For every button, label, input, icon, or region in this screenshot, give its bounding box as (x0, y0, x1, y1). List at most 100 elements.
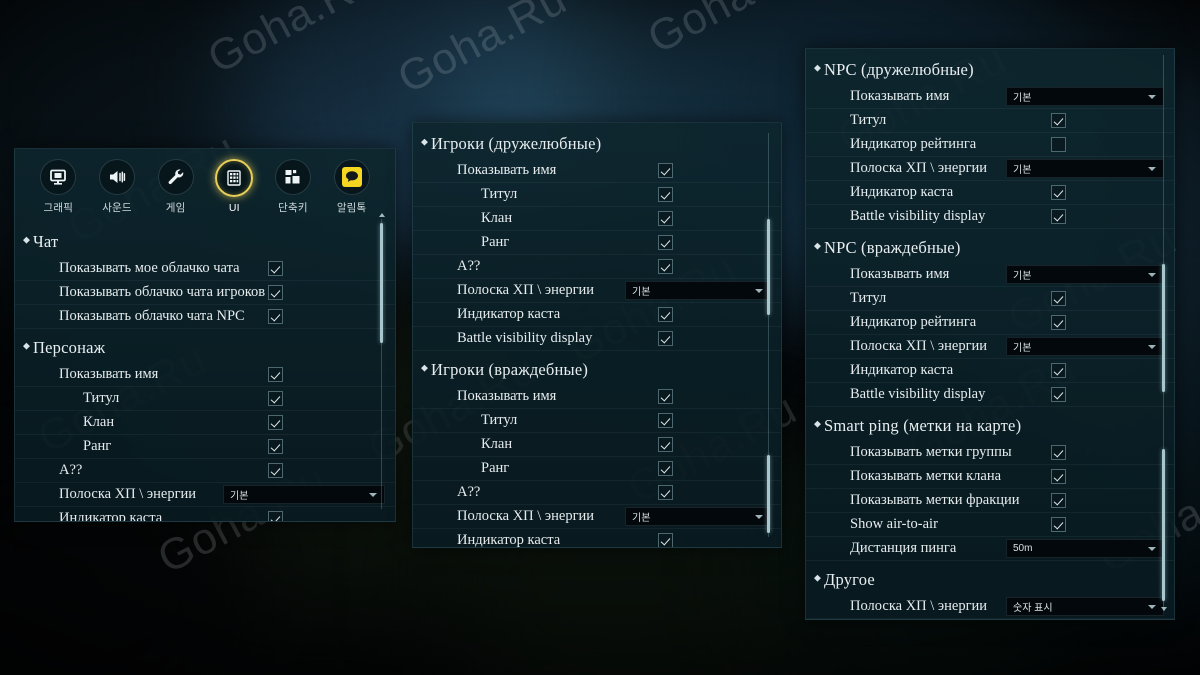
checkbox[interactable] (268, 463, 283, 478)
checkbox[interactable] (658, 461, 673, 476)
settings-tab-bar[interactable]: 그래픽 사운드 게임 UI 단축키 알림톡 (15, 149, 395, 221)
checkbox[interactable] (268, 285, 283, 300)
settings-row: Полоска ХП \ энергии 기본 (806, 157, 1174, 181)
dropdown[interactable]: 기본 (1006, 337, 1164, 356)
dropdown[interactable]: 기본 (625, 507, 771, 526)
tab-speaker[interactable]: 사운드 (88, 159, 146, 215)
section-header: ◆ Другое (806, 561, 1174, 595)
section-header: ◆ Персонаж (15, 329, 395, 363)
dropdown[interactable]: 기본 (1006, 87, 1164, 106)
tab-label: UI (228, 202, 240, 214)
checkbox[interactable] (1051, 493, 1066, 508)
checkbox[interactable] (268, 261, 283, 276)
scroll-down-arrow-right[interactable] (1161, 607, 1167, 611)
checkbox[interactable] (1051, 315, 1066, 330)
tab-label: 알림톡 (336, 202, 367, 214)
tab-label: 게임 (165, 202, 186, 214)
section-title: Персонаж (33, 338, 106, 357)
setting-label: Show air-to-air (850, 516, 938, 532)
checkbox[interactable] (658, 533, 673, 547)
tab-hotkey[interactable]: 단축키 (264, 159, 322, 215)
checkbox[interactable] (658, 389, 673, 404)
settings-row: Дистанция пинга 50m (806, 537, 1174, 561)
checkbox[interactable] (658, 187, 673, 202)
setting-label: Показывать облачко чата игроков (59, 284, 266, 300)
settings-row: Титул (413, 409, 781, 433)
checkbox[interactable] (658, 235, 673, 250)
dropdown[interactable]: 숫자 표시 (1006, 597, 1164, 616)
scrollbar-thumb-left[interactable] (380, 223, 383, 343)
settings-row: Индикатор каста (806, 181, 1174, 205)
tab-ui-grid[interactable]: UI (205, 159, 263, 214)
setting-label: Полоска ХП \ энергии (850, 598, 988, 614)
section-title: Чат (33, 232, 59, 251)
setting-label: Показывать метки клана (850, 468, 1002, 484)
checkbox[interactable] (658, 331, 673, 346)
scrollbar-thumb-middle-lower[interactable] (767, 455, 770, 533)
checkbox[interactable] (658, 259, 673, 274)
checkbox[interactable] (1051, 517, 1066, 532)
setting-label: Индикатор каста (457, 532, 561, 548)
setting-label: Показывать имя (850, 88, 950, 104)
setting-label: Ранг (481, 234, 510, 250)
setting-label: Полоска ХП \ энергии (457, 508, 595, 524)
dropdown[interactable]: 50m (1006, 539, 1164, 558)
checkbox[interactable] (658, 307, 673, 322)
checkbox[interactable] (658, 413, 673, 428)
setting-label: Титул (83, 390, 120, 406)
settings-row: Клан (413, 207, 781, 231)
checkbox[interactable] (268, 391, 283, 406)
checkbox[interactable] (268, 309, 283, 324)
settings-list-right: ◆ NPC (дружелюбные) Показывать имя 기본 Титул И… (806, 49, 1174, 619)
section-title: NPC (дружелюбные) (824, 60, 974, 79)
bullet-icon: ◆ (421, 362, 429, 373)
section-header: ◆ Чат (15, 223, 395, 257)
scroll-up-arrow-left[interactable] (379, 213, 385, 217)
checkbox[interactable] (1051, 209, 1066, 224)
checkbox[interactable] (1051, 137, 1066, 152)
dropdown[interactable]: 기본 (625, 281, 771, 300)
checkbox[interactable] (1051, 445, 1066, 460)
checkbox[interactable] (658, 163, 673, 178)
settings-row: Показывать метки группы (806, 441, 1174, 465)
checkbox[interactable] (1051, 469, 1066, 484)
checkbox[interactable] (1051, 113, 1066, 128)
setting-label: Battle visibility display (850, 208, 986, 224)
section-header: ◆ Игроки (враждебные) (413, 351, 781, 385)
tab-chat-bubble[interactable]: 알림톡 (323, 159, 381, 215)
setting-label: A?? (59, 462, 83, 478)
dropdown-value: 기본 (1013, 93, 1032, 104)
tab-monitor[interactable]: 그래픽 (29, 159, 87, 215)
dropdown[interactable]: 기본 (1006, 265, 1164, 284)
checkbox[interactable] (268, 415, 283, 430)
checkbox[interactable] (268, 511, 283, 521)
settings-panel-left: 그래픽 사운드 게임 UI 단축키 알림톡 ◆ Чат Показывать мое обла… (14, 148, 396, 522)
checkbox[interactable] (268, 367, 283, 382)
checkbox[interactable] (1051, 363, 1066, 378)
setting-label: Индикатор каста (59, 510, 163, 522)
checkbox[interactable] (268, 439, 283, 454)
settings-row: Индикатор каста (806, 359, 1174, 383)
settings-row: Индикатор каста (413, 303, 781, 327)
setting-label: Полоска ХП \ энергии (59, 486, 197, 502)
checkbox[interactable] (1051, 185, 1066, 200)
bullet-icon: ◆ (814, 572, 822, 583)
checkbox[interactable] (658, 211, 673, 226)
checkbox[interactable] (658, 437, 673, 452)
settings-row: Клан (15, 411, 395, 435)
tab-wrench[interactable]: 게임 (147, 159, 205, 215)
scrollbar-thumb-middle-upper[interactable] (767, 219, 770, 315)
dropdown[interactable]: 기본 (1006, 159, 1164, 178)
setting-label: Титул (850, 290, 887, 306)
speaker-icon (98, 159, 135, 195)
checkbox[interactable] (658, 485, 673, 500)
scrollbar-thumb-right-lower[interactable] (1162, 449, 1165, 601)
scrollbar-thumb-right-upper[interactable] (1162, 264, 1165, 392)
settings-row: Показывать облачко чата игроков (15, 281, 395, 305)
hotkey-icon (274, 159, 311, 195)
chat-bubble-icon (333, 159, 370, 195)
settings-row: Show air-to-air (806, 513, 1174, 537)
checkbox[interactable] (1051, 291, 1066, 306)
checkbox[interactable] (1051, 387, 1066, 402)
dropdown[interactable]: 기본 (223, 485, 385, 504)
